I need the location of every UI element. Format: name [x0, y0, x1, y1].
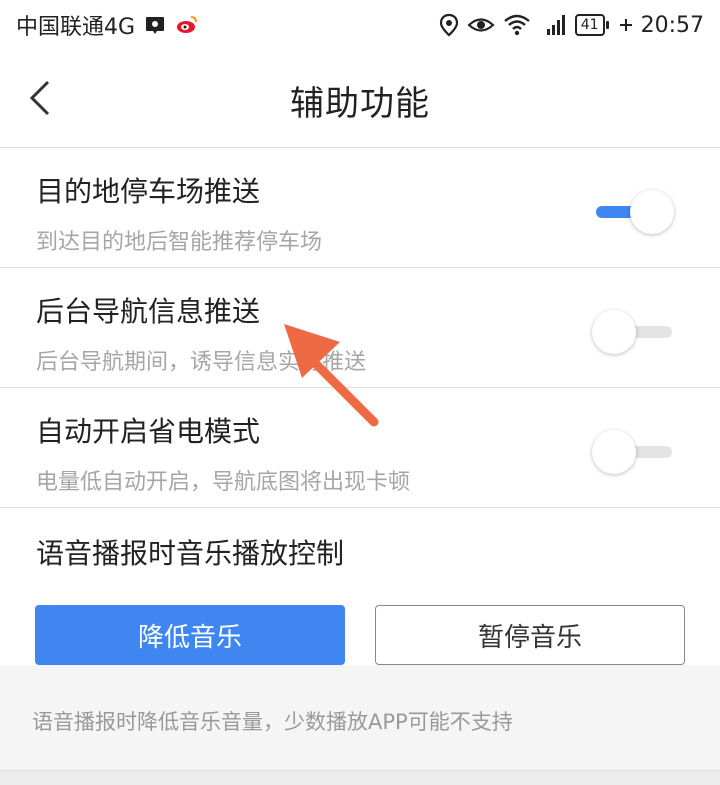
toggle-knob	[592, 310, 636, 354]
app-header: 辅助功能	[0, 50, 720, 148]
music-control-note: 语音播报时降低音乐音量，少数播放APP可能不支持	[32, 710, 513, 734]
status-left: 中国联通4G	[16, 9, 199, 41]
setting-power-saving: 自动开启省电模式 电量低自动开启，导航底图将出现卡顿	[0, 388, 720, 508]
settings-list: 目的地停车场推送 到达目的地后智能推荐停车场 后台导航信息推送 后台导航期间，诱…	[0, 148, 720, 665]
setting-description: 到达目的地后智能推荐停车场	[36, 230, 323, 255]
status-right: 41 20:57	[439, 13, 704, 38]
music-control-section: 语音播报时音乐播放控制 降低音乐 暂停音乐	[0, 508, 720, 665]
toggle-knob	[592, 430, 636, 474]
setting-title: 目的地停车场推送	[36, 175, 261, 208]
toggle-knob	[630, 190, 674, 234]
background-nav-push-toggle[interactable]	[592, 308, 676, 356]
carrier-label: 中国联通4G	[16, 15, 136, 40]
setting-background-nav-push: 后台导航信息推送 后台导航期间，诱导信息实时推送	[0, 268, 720, 388]
signal-4g-icon	[539, 13, 567, 37]
power-saving-toggle[interactable]	[592, 428, 676, 476]
setting-title: 后台导航信息推送	[36, 295, 261, 328]
clock: 20:57	[640, 12, 704, 38]
weibo-icon	[175, 13, 199, 37]
lower-music-button[interactable]: 降低音乐	[35, 605, 345, 665]
setting-title: 自动开启省电模式	[36, 415, 261, 448]
bottom-divider	[0, 770, 720, 785]
charging-plus-icon	[619, 18, 633, 32]
setting-description: 电量低自动开启，导航底图将出现卡顿	[36, 470, 411, 495]
location-icon	[439, 13, 459, 37]
pause-music-button[interactable]: 暂停音乐	[375, 605, 685, 665]
setting-parking-push: 目的地停车场推送 到达目的地后智能推荐停车场	[0, 148, 720, 268]
baidu-paw-icon	[143, 13, 167, 37]
wifi-icon	[503, 14, 531, 36]
battery-indicator: 41	[574, 14, 609, 36]
page-title: 辅助功能	[290, 84, 430, 124]
music-control-title: 语音播报时音乐播放控制	[36, 537, 345, 570]
parking-push-toggle[interactable]	[592, 188, 676, 236]
status-bar: 中国联通4G 41 20:57	[0, 0, 720, 50]
eye-icon	[467, 14, 495, 36]
setting-description: 后台导航期间，诱导信息实时推送	[36, 350, 367, 375]
